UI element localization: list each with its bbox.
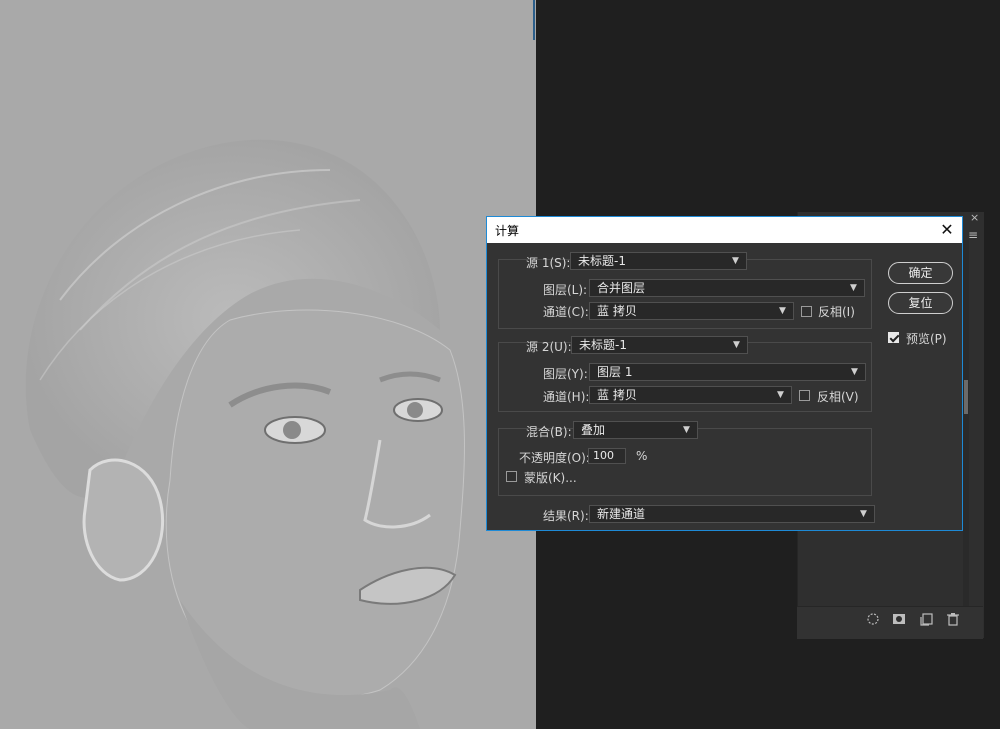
- source2-file-select[interactable]: 未标题-1 ▼: [571, 336, 748, 354]
- preview-label: 预览(P): [906, 332, 947, 346]
- selection-icon[interactable]: [866, 612, 880, 626]
- source1-channel-select[interactable]: 蓝 拷贝 ▼: [589, 302, 794, 320]
- calculations-dialog: 计算 ✕ 源 1(S): 未标题-1 ▼ 图层(L): 合并图层 ▼ 通道(C): …: [486, 216, 963, 531]
- chevron-down-icon: ▼: [850, 283, 857, 293]
- mask-icon[interactable]: [892, 612, 906, 626]
- guide-marker: [533, 0, 535, 40]
- dialog-title: 计算: [495, 224, 520, 238]
- source2-layer-label: 图层(Y):: [543, 367, 588, 381]
- panel-scrollbar[interactable]: [963, 240, 969, 606]
- portrait-image: [25, 139, 465, 729]
- source1-label: 源 1(S):: [526, 256, 571, 270]
- source2-invert-label: 反相(V): [817, 390, 859, 404]
- result-label: 结果(R):: [543, 509, 589, 523]
- chevron-down-icon: ▼: [779, 306, 786, 316]
- source2-channel-select[interactable]: 蓝 拷贝 ▼: [589, 386, 792, 404]
- chevron-down-icon: ▼: [732, 256, 739, 266]
- dialog-titlebar[interactable]: 计算 ✕: [487, 217, 962, 243]
- blend-mode-select[interactable]: 叠加 ▼: [573, 421, 698, 439]
- source1-invert-label: 反相(I): [818, 305, 855, 319]
- mask-checkbox[interactable]: [506, 471, 517, 482]
- preview-checkbox[interactable]: [888, 332, 899, 343]
- source1-invert-checkbox[interactable]: [801, 306, 812, 317]
- chevron-down-icon: ▼: [860, 509, 867, 519]
- opacity-label: 不透明度(O):: [519, 451, 590, 465]
- source1-layer-select[interactable]: 合并图层 ▼: [589, 279, 865, 297]
- source1-channel-label: 通道(C):: [543, 305, 589, 319]
- opacity-input[interactable]: 100: [588, 448, 626, 464]
- chevron-down-icon: ▼: [733, 340, 740, 350]
- source2-label: 源 2(U):: [526, 340, 572, 354]
- opacity-unit: %: [636, 449, 648, 463]
- source2-layer-select[interactable]: 图层 1 ▼: [589, 363, 866, 381]
- source2-invert-checkbox[interactable]: [799, 390, 810, 401]
- panel-scrollbar-thumb[interactable]: [964, 380, 968, 414]
- source2-channel-label: 通道(H):: [543, 390, 590, 404]
- source1-layer-label: 图层(L):: [543, 283, 588, 297]
- image-canvas[interactable]: [0, 0, 536, 729]
- trash-icon[interactable]: [946, 612, 960, 626]
- close-icon[interactable]: ✕: [936, 219, 958, 241]
- chevron-down-icon: ▼: [683, 425, 690, 435]
- reset-button[interactable]: 复位: [888, 292, 953, 314]
- ok-button[interactable]: 确定: [888, 262, 953, 284]
- blend-label: 混合(B):: [526, 425, 572, 439]
- chevron-down-icon: ▼: [851, 367, 858, 377]
- panel-close-icon[interactable]: ×: [970, 211, 979, 224]
- panel-menu-icon[interactable]: ≡: [968, 228, 978, 242]
- chevron-down-icon: ▼: [777, 390, 784, 400]
- result-select[interactable]: 新建通道 ▼: [589, 505, 875, 523]
- source1-file-select[interactable]: 未标题-1 ▼: [570, 252, 747, 270]
- mask-label: 蒙版(K)...: [524, 471, 577, 485]
- new-channel-icon[interactable]: [920, 612, 934, 626]
